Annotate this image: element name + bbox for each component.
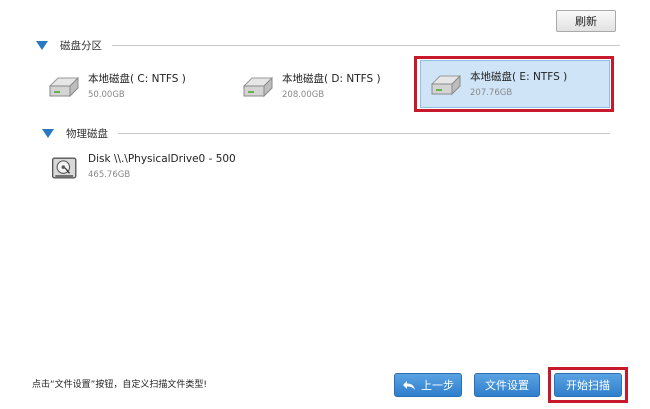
footer-hint: 点击“文件设置”按钮，自定义扫描文件类型! [32,380,207,390]
partitions-section-header: 磁盘分区 [36,38,620,53]
partition-size: 50.00GB [88,90,125,100]
partition-size: 208.00GB [282,90,325,100]
disk-name: Disk \\.\PhysicalDrive0 - 500 [88,153,236,165]
partition-name: 本地磁盘( C: NTFS ) [88,73,186,85]
section-divider [118,133,610,134]
hard-drive-icon [242,76,273,98]
file-settings-label: 文件设置 [485,379,529,392]
section-title: 磁盘分区 [60,40,102,52]
start-scan-highlight [548,367,628,403]
partition-c[interactable]: 本地磁盘( C: NTFS ) 50.00GB [46,70,186,100]
file-settings-button[interactable]: 文件设置 [474,373,540,397]
section-divider [112,45,620,46]
triangle-down-icon [42,129,54,138]
section-title: 物理磁盘 [66,128,108,140]
physical-disk-0[interactable]: Disk \\.\PhysicalDrive0 - 500 465.76GB [50,150,236,182]
physical-disk-icon [52,157,77,179]
hard-drive-icon [48,76,79,98]
triangle-down-icon [36,41,48,50]
back-button-label: 上一步 [421,379,454,392]
disk-size: 465.76GB [88,170,131,180]
partition-d[interactable]: 本地磁盘( D: NTFS ) 208.00GB [240,70,381,100]
selection-highlight [414,56,614,112]
physical-section-header: 物理磁盘 [42,126,610,141]
back-button[interactable]: 上一步 [394,373,462,397]
partition-name: 本地磁盘( D: NTFS ) [282,73,381,85]
back-arrow-icon [403,380,415,390]
refresh-button[interactable]: 刷新 [556,10,616,32]
